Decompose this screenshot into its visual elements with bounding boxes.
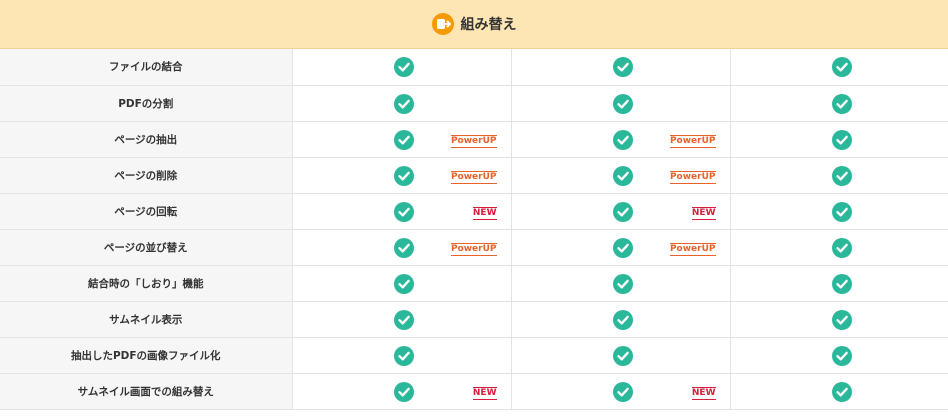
feature-name: サムネイル表示 <box>0 301 293 338</box>
check-icon <box>393 273 414 294</box>
plan-cell <box>730 121 948 158</box>
check-icon <box>831 237 852 258</box>
plan-cell <box>292 265 512 302</box>
plan-cell: PowerUP <box>292 121 512 158</box>
table-row: 抽出したPDFの画像ファイル化 <box>0 337 948 374</box>
plan-cell <box>511 265 731 302</box>
feature-name: PDFの分割 <box>0 85 293 122</box>
check-icon <box>612 57 633 77</box>
check-icon <box>393 237 414 258</box>
new-badge: NEW <box>472 206 497 220</box>
plan-cell: NEW <box>511 373 731 410</box>
feature-name: ページの削除 <box>0 157 293 194</box>
feature-name: 抽出したPDFの画像ファイル化 <box>0 337 293 374</box>
check-icon <box>393 345 414 366</box>
check-icon <box>831 201 852 222</box>
check-icon <box>393 381 414 402</box>
check-icon <box>612 309 633 330</box>
feature-name: ページの抽出 <box>0 121 293 158</box>
powerup-badge: PowerUP <box>669 170 716 184</box>
check-icon <box>393 309 414 330</box>
check-icon <box>831 381 852 402</box>
check-icon <box>612 129 633 150</box>
plan-cell <box>730 337 948 374</box>
check-icon <box>393 201 414 222</box>
table-row: ページの削除 PowerUP PowerUP <box>0 157 948 194</box>
check-icon <box>612 237 633 258</box>
table-row: PDFの分割 <box>0 85 948 122</box>
table-row: ページの並び替え PowerUP PowerUP <box>0 229 948 266</box>
new-badge: NEW <box>691 386 716 400</box>
check-icon <box>612 345 633 366</box>
table-row: ファイルの結合 <box>0 49 948 86</box>
plan-cell <box>292 85 512 122</box>
table-row: 結合時の「しおり」機能 <box>0 265 948 302</box>
plan-cell <box>511 301 731 338</box>
feature-name: 結合時の「しおり」機能 <box>0 265 293 302</box>
plan-cell <box>730 193 948 230</box>
plan-cell: PowerUP <box>292 229 512 266</box>
plan-cell: NEW <box>511 193 731 230</box>
powerup-badge: PowerUP <box>450 170 497 184</box>
check-icon <box>612 165 633 186</box>
powerup-badge: PowerUP <box>669 242 716 256</box>
feature-name: ファイルの結合 <box>0 49 293 86</box>
plan-cell <box>730 85 948 122</box>
check-icon <box>831 57 852 77</box>
plan-cell: PowerUP <box>511 121 731 158</box>
plan-cell <box>730 229 948 266</box>
table-row: ページの抽出 PowerUP PowerUP <box>0 121 948 158</box>
plan-cell <box>511 337 731 374</box>
plan-cell <box>730 265 948 302</box>
check-icon <box>393 57 414 77</box>
powerup-badge: PowerUP <box>450 134 497 148</box>
check-icon <box>612 273 633 294</box>
check-icon <box>831 93 852 114</box>
plan-cell: PowerUP <box>292 157 512 194</box>
plan-cell: PowerUP <box>511 157 731 194</box>
feature-name: サムネイル画面での組み替え <box>0 373 293 410</box>
feature-name: ページの回転 <box>0 193 293 230</box>
section-title: 組み替え <box>460 17 517 33</box>
check-icon <box>831 273 852 294</box>
feature-name: ページの並び替え <box>0 229 293 266</box>
plan-cell <box>730 373 948 410</box>
table-row: ページの回転 NEW NEW <box>0 193 948 230</box>
plan-cell: NEW <box>292 193 512 230</box>
check-icon <box>393 93 414 114</box>
plan-cell: NEW <box>292 373 512 410</box>
check-icon <box>393 165 414 186</box>
plan-cell <box>292 49 512 86</box>
check-icon <box>831 165 852 186</box>
feature-table: ファイルの結合 PDFの分割 ページの抽出 PowerUP PowerUP ページの削除 P… <box>0 49 948 410</box>
section-header: 組み替え <box>0 0 948 49</box>
check-icon <box>612 93 633 114</box>
plan-cell <box>730 301 948 338</box>
new-badge: NEW <box>472 386 497 400</box>
plan-cell <box>511 49 731 86</box>
plan-cell <box>292 337 512 374</box>
plan-cell <box>511 85 731 122</box>
check-icon <box>612 201 633 222</box>
plan-cell <box>730 157 948 194</box>
new-badge: NEW <box>691 206 716 220</box>
check-icon <box>831 129 852 150</box>
check-icon <box>831 345 852 366</box>
powerup-badge: PowerUP <box>669 134 716 148</box>
recombine-icon <box>431 13 454 35</box>
plan-cell <box>292 301 512 338</box>
powerup-badge: PowerUP <box>450 242 497 256</box>
table-row: サムネイル表示 <box>0 301 948 338</box>
check-icon <box>612 381 633 402</box>
table-row: サムネイル画面での組み替え NEW NEW <box>0 373 948 410</box>
plan-cell <box>730 49 948 86</box>
plan-cell: PowerUP <box>511 229 731 266</box>
check-icon <box>831 309 852 330</box>
check-icon <box>393 129 414 150</box>
